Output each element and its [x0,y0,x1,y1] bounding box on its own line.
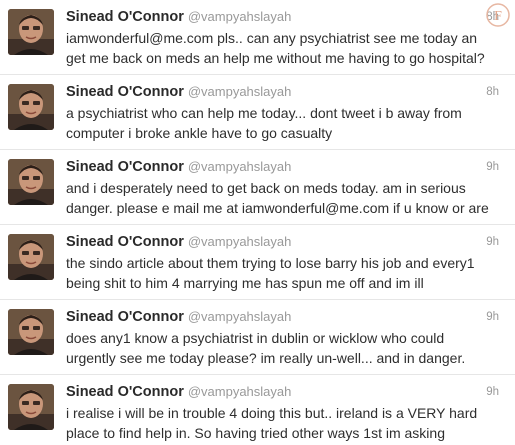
watermark-logo-icon: F [486,3,510,27]
timestamp[interactable]: 9h [486,161,499,173]
tweet-text-line: being shit to him 4 marrying me has spun… [66,275,424,291]
tweet-item[interactable]: Sinead O'Connor @vampyahslayah 9h i reali… [0,375,515,445]
tweet-text-line: computer i broke ankle have to go casual… [66,125,333,141]
tweet-text-line: iamwonderful@me.com pls.. can any psychi… [66,30,478,46]
author-handle[interactable]: @vampyahslayah [188,309,292,324]
tweet-item[interactable]: Sinead O'Connor @vampyahslayah 8h iamwond… [0,0,515,75]
tweet-text: and i desperately need to get back on me… [66,178,506,218]
profile-photo [8,384,54,430]
author-handle[interactable]: @vampyahslayah [188,9,292,24]
author-name[interactable]: Sinead O'Connor @vampyahslayah [66,159,291,175]
author-name[interactable]: Sinead O'Connor @vampyahslayah [66,84,291,100]
tweet-item[interactable]: Sinead O'Connor @vampyahslayah 9h and i d… [0,150,515,225]
tweet-text-line: i realise i will be in trouble 4 doing t… [66,405,478,421]
tweet-text: a psychiatrist who can help me today... … [66,103,506,143]
timestamp[interactable]: 9h [486,311,499,323]
timestamp[interactable]: 9h [486,236,499,248]
author-handle[interactable]: @vampyahslayah [188,384,292,399]
avatar[interactable] [8,159,54,205]
tweet-text: does any1 know a psychiatrist in dublin … [66,328,506,368]
author-handle[interactable]: @vampyahslayah [188,84,292,99]
tweet-text-line: get me back on meds an help me without m… [66,50,485,66]
author-name[interactable]: Sinead O'Connor @vampyahslayah [66,309,291,325]
author-name[interactable]: Sinead O'Connor @vampyahslayah [66,9,291,25]
profile-photo [8,159,54,205]
tweet-text-line: and i desperately need to get back on me… [66,180,466,196]
author-handle[interactable]: @vampyahslayah [188,159,292,174]
svg-text:F: F [494,9,502,24]
avatar[interactable] [8,384,54,430]
tweet-item[interactable]: Sinead O'Connor @vampyahslayah 9h the sin… [0,225,515,300]
tweet-text-line: place to find help in. So having tried o… [66,425,445,441]
avatar[interactable] [8,309,54,355]
tweet-item[interactable]: Sinead O'Connor @vampyahslayah 8h a psych… [0,75,515,150]
tweet-text-line: danger. please e mail me at iamwonderful… [66,200,489,216]
tweet-text-line: a psychiatrist who can help me today... … [66,105,462,121]
profile-photo [8,84,54,130]
profile-photo [8,234,54,280]
avatar[interactable] [8,234,54,280]
avatar[interactable] [8,9,54,55]
tweet-item[interactable]: Sinead O'Connor @vampyahslayah 9h does an… [0,300,515,375]
tweet-text: iamwonderful@me.com pls.. can any psychi… [66,28,506,68]
tweet-feed: Sinead O'Connor @vampyahslayah 8h iamwond… [0,0,515,445]
timestamp[interactable]: 8h [486,86,499,98]
tweet-text-line: urgently see me today please? im really … [66,350,466,366]
tweet-text-line: the sindo article about them trying to l… [66,255,475,271]
profile-photo [8,9,54,55]
author-handle[interactable]: @vampyahslayah [188,234,292,249]
tweet-text: the sindo article about them trying to l… [66,253,506,293]
author-name[interactable]: Sinead O'Connor @vampyahslayah [66,234,291,250]
timestamp[interactable]: 9h [486,386,499,398]
author-name[interactable]: Sinead O'Connor @vampyahslayah [66,384,291,400]
tweet-text-line: does any1 know a psychiatrist in dublin … [66,330,445,346]
avatar[interactable] [8,84,54,130]
profile-photo [8,309,54,355]
tweet-text: i realise i will be in trouble 4 doing t… [66,403,506,443]
